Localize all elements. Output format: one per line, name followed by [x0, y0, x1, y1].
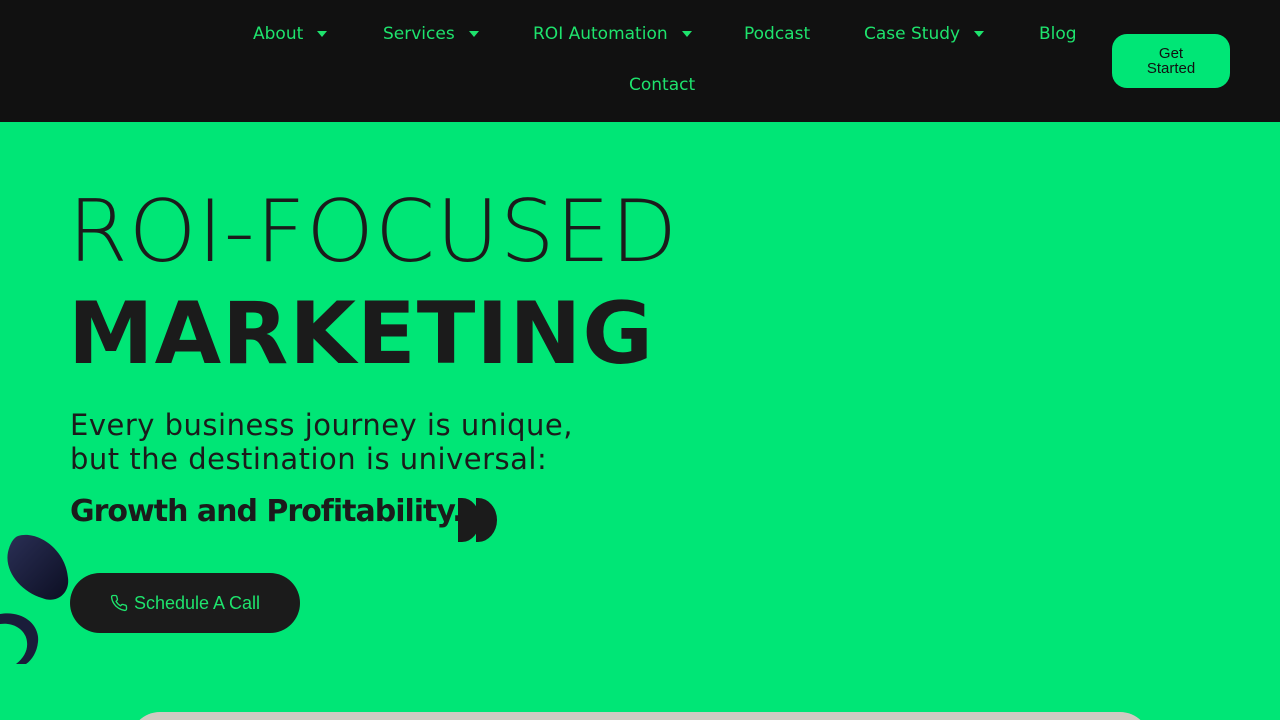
nav-item-label: Contact [629, 75, 696, 95]
hero-subtitle: Every business journey is unique, but th… [70, 408, 573, 476]
nav-item-label: Blog [1039, 24, 1077, 44]
hero-title-line2: MARKETING [68, 284, 654, 384]
get-started-line1: Get [1158, 45, 1184, 62]
nav-item-services[interactable]: Services [383, 24, 479, 44]
hero-subtitle-line2: but the destination is universal: [70, 442, 548, 476]
nav-item-contact[interactable]: Contact [629, 75, 695, 95]
nav-item-about[interactable]: About [253, 24, 328, 44]
caret-down-icon [468, 31, 479, 37]
nav-item-label: Case Study [864, 24, 961, 44]
hero-section: ROI-FOCUSED MARKETING Every business jou… [0, 122, 1280, 720]
content-card-top-edge [130, 712, 1150, 720]
schedule-call-label: Schedule A Call [133, 592, 261, 613]
nav-item-label: Services [383, 24, 455, 44]
nav-item-roi-automation[interactable]: ROI Automation [533, 24, 692, 44]
nav-item-label: About [253, 24, 304, 44]
nav-item-blog[interactable]: Blog [1039, 24, 1077, 44]
nav-item-label: Podcast [744, 24, 811, 44]
site-header: About Services ROI Automation Podcast Ca… [0, 0, 1280, 122]
get-started-line2: Started [1146, 60, 1196, 77]
get-started-button[interactable]: Get Started [1112, 34, 1230, 88]
nav-item-label: ROI Automation [533, 24, 668, 44]
decorative-ring-shape [0, 610, 40, 668]
caret-down-icon [317, 31, 328, 37]
caret-down-icon [681, 31, 692, 37]
hero-subtitle-line1: Every business journey is unique, [70, 408, 573, 442]
double-d-logo-icon [458, 498, 498, 546]
nav-item-case-study[interactable]: Case Study [864, 24, 985, 44]
schedule-call-button[interactable]: Schedule A Call [70, 573, 300, 633]
nav-item-podcast[interactable]: Podcast [744, 24, 810, 44]
hero-title-line1: ROI-FOCUSED [68, 182, 679, 282]
decorative-sphere-shape [4, 532, 74, 608]
phone-icon [110, 594, 128, 612]
caret-down-icon [974, 31, 985, 37]
hero-tagline: Growth and Profitability. [70, 494, 464, 529]
